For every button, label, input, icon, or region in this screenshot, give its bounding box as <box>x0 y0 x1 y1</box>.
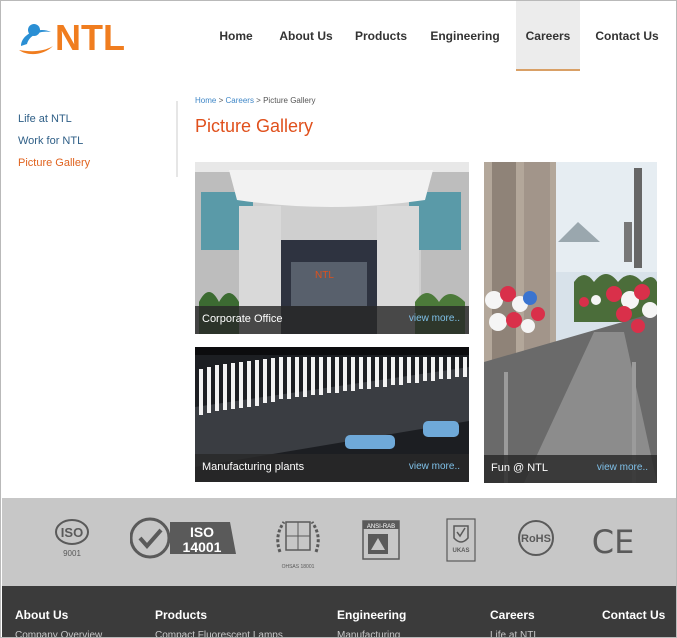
svg-text:NTL: NTL <box>315 270 334 281</box>
svg-text:ISO: ISO <box>190 524 214 540</box>
fun-at-ntl-photo <box>484 162 657 483</box>
sidebar-item-work-for-ntl[interactable]: Work for NTL <box>18 133 90 155</box>
footer-heading-contact-us[interactable]: Contact Us <box>602 608 665 622</box>
page-frame: NTL Home About Us Products Engineering C… <box>0 0 677 638</box>
nav-about-us[interactable]: About Us <box>273 1 339 71</box>
svg-text:9001: 9001 <box>63 549 81 558</box>
iso-9001-logo-icon: ISO 9001 <box>54 518 90 558</box>
view-more-link[interactable]: view more.. <box>597 462 648 473</box>
ansi-rab-logo-icon: ANSI-RAB <box>362 520 400 560</box>
breadcrumb-current: Picture Gallery <box>263 96 316 105</box>
footer-heading-careers[interactable]: Careers <box>490 608 535 622</box>
sidebar-divider <box>176 101 178 177</box>
nav-engineering[interactable]: Engineering <box>425 1 505 71</box>
svg-text:RoHS: RoHS <box>521 533 551 545</box>
svg-text:ANSI-RAB: ANSI-RAB <box>367 524 395 530</box>
footer-link[interactable]: Life at NTL <box>490 630 539 637</box>
tile-caption-label: Corporate Office <box>202 313 283 325</box>
sidebar-item-life-at-ntl[interactable]: Life at NTL <box>18 111 90 133</box>
breadcrumb-separator: > <box>218 96 224 105</box>
breadcrumb: Home > Careers > Picture Gallery <box>195 96 316 105</box>
svg-text:ISO: ISO <box>61 525 83 540</box>
site-footer: About Us Company Overview Products Compa… <box>2 586 676 637</box>
footer-link[interactable]: Company Overview <box>15 630 102 637</box>
footer-link[interactable]: Manufacturing <box>337 630 400 637</box>
view-more-link[interactable]: view more.. <box>409 313 460 324</box>
tile-caption: Corporate Office view more.. <box>195 306 469 334</box>
footer-heading-engineering[interactable]: Engineering <box>337 608 406 622</box>
certifications-band: ISO 9001 ISO 14001 OHSAS 18001 ANSI-RAB … <box>2 498 676 586</box>
ohsas-certification-icon: OHSAS 18001 <box>272 514 324 570</box>
nav-products[interactable]: Products <box>347 1 415 71</box>
breadcrumb-home[interactable]: Home <box>195 96 216 105</box>
footer-heading-products[interactable]: Products <box>155 608 207 622</box>
rohs-logo-icon: RoHS <box>516 518 556 558</box>
footer-heading-about-us[interactable]: About Us <box>15 608 68 622</box>
careers-sidebar: Life at NTL Work for NTL Picture Gallery <box>18 111 90 177</box>
gallery-tile-manufacturing-plants[interactable]: Manufacturing plants view more.. <box>195 347 469 482</box>
gallery-tile-fun-at-ntl[interactable]: Fun @ NTL view more.. <box>484 162 657 483</box>
main-nav: Home About Us Products Engineering Caree… <box>201 1 676 71</box>
view-more-link[interactable]: view more.. <box>409 461 460 472</box>
tile-caption-label: Manufacturing plants <box>202 461 305 473</box>
tile-caption: Manufacturing plants view more.. <box>195 454 469 482</box>
gallery-tile-corporate-office[interactable]: NTL Corporate Office view more.. <box>195 162 469 334</box>
svg-text:OHSAS 18001: OHSAS 18001 <box>282 564 315 570</box>
svg-text:UKAS: UKAS <box>452 548 469 554</box>
iso-14001-logo-icon: ISO 14001 <box>129 516 238 560</box>
page-title: Picture Gallery <box>195 116 314 136</box>
sidebar-item-picture-gallery[interactable]: Picture Gallery <box>18 155 90 177</box>
ukas-logo-icon: UKAS <box>446 518 476 562</box>
nav-careers[interactable]: Careers <box>516 1 580 71</box>
logo-swoosh-icon <box>19 24 53 55</box>
tile-caption-label: Fun @ NTL <box>491 462 549 474</box>
breadcrumb-separator: > <box>256 96 261 105</box>
breadcrumb-careers[interactable]: Careers <box>225 96 253 105</box>
ntl-logo[interactable]: NTL <box>17 17 127 58</box>
tile-caption: Fun @ NTL view more.. <box>484 455 657 483</box>
logo-text: NTL <box>55 17 125 58</box>
svg-text:14001: 14001 <box>183 539 222 555</box>
nav-home[interactable]: Home <box>201 1 271 71</box>
ce-mark-icon: CE <box>590 522 636 561</box>
svg-text:CE: CE <box>592 523 635 558</box>
footer-link[interactable]: Compact Fluorescent Lamps <box>155 630 283 637</box>
nav-contact-us[interactable]: Contact Us <box>591 1 663 71</box>
